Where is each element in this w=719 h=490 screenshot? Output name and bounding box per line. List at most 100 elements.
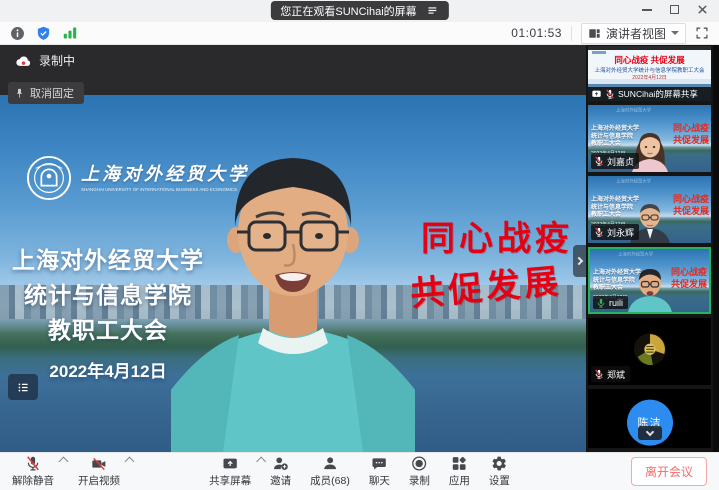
slide-title-line2: 统计与信息学院 (4, 278, 212, 313)
slide-title-line3: 教职工大会 (4, 313, 212, 348)
mini-watermark: 上海对外经贸大学 (616, 107, 651, 113)
view-mode-switcher[interactable]: 演讲者视图 (581, 23, 686, 44)
start-video-label: 开启视频 (78, 473, 120, 488)
members-button[interactable]: 成员(68) (310, 455, 350, 488)
participant-name: SUNCihai的屏幕共享 (618, 88, 698, 100)
chat-button[interactable]: 聊天 (369, 455, 390, 488)
network-signal-icon[interactable] (62, 26, 78, 40)
camera-off-icon (89, 456, 109, 472)
tile-label: 郑斌 (591, 366, 630, 382)
share-options-caret[interactable] (256, 457, 266, 467)
agenda-list-button[interactable] (8, 374, 38, 400)
minimize-button[interactable] (640, 3, 653, 16)
topbar-controls: 01:01:53 演讲者视图 (511, 23, 709, 44)
meeting-content: 录制中 取消固定 上海对外 (0, 45, 719, 452)
leave-meeting-button[interactable]: 离开会议 (631, 457, 707, 486)
unpin-label: 取消固定 (30, 85, 74, 101)
members-label: 成员(68) (310, 473, 350, 488)
main-stage: 录制中 取消固定 上海对外 (0, 45, 586, 452)
mini-slogan: 同心战疫 共促发展 (673, 122, 709, 146)
preview-date: 2022年4月12日 (588, 74, 711, 81)
mic-muted-icon (594, 369, 604, 379)
participant-name: 刘永辉 (607, 226, 634, 239)
toolbar-left-group: 解除静音 开启视频 (12, 455, 120, 488)
meeting-window: 您正在观看SUNCihai的屏幕 (0, 0, 719, 490)
record-icon (411, 455, 428, 472)
preview-title-line: 上海对外经贸大学统计与信息学院教职工大会 (588, 66, 711, 74)
security-shield-icon[interactable] (36, 26, 51, 41)
university-logo: 上海对外经贸大学 SHANGHAI UNIVERSITY OF INTERNAT… (26, 155, 364, 201)
maximize-button[interactable] (668, 3, 681, 16)
participant-name: 郑斌 (607, 368, 625, 381)
mic-muted-icon (594, 156, 604, 166)
share-screen-icon (221, 456, 240, 472)
watching-banner: 您正在观看SUNCihai的屏幕 (270, 1, 448, 20)
topbar-status-icons (10, 26, 78, 41)
participants-sidebar: 同心战疫 共促发展 上海对外经贸大学统计与信息学院教职工大会 2022年4月12… (586, 45, 719, 452)
sidebar-collapse-handle[interactable] (573, 245, 586, 277)
scroll-down-button[interactable] (638, 426, 662, 440)
speaker-video-feed: 上海对外经贸大学 SHANGHAI UNIVERSITY OF INTERNAT… (0, 95, 586, 452)
toolbar-center-group: 共享屏幕 邀请 (209, 455, 510, 488)
video-options-caret[interactable] (125, 457, 135, 467)
unmute-button[interactable]: 解除静音 (12, 455, 54, 488)
mic-on-icon (596, 298, 606, 308)
mini-watermark: 上海对外经贸大学 (618, 251, 653, 257)
topbar-divider (571, 26, 572, 41)
chevron-down-icon (645, 427, 653, 435)
meeting-topbar: 01:01:53 演讲者视图 (0, 22, 719, 45)
window-controls (640, 3, 709, 16)
invite-icon (272, 455, 290, 472)
unpin-button[interactable]: 取消固定 (8, 82, 84, 104)
slide-title-line1: 上海对外经贸大学 (4, 243, 212, 278)
mini-slogan: 同心战疫 共促发展 (673, 193, 709, 217)
view-mode-label: 演讲者视图 (606, 25, 666, 42)
close-button[interactable] (696, 3, 709, 16)
participant-tile-screenshare[interactable]: 同心战疫 共促发展 上海对外经贸大学统计与信息学院教职工大会 2022年4月12… (588, 46, 711, 101)
banner-menu-icon[interactable] (426, 4, 439, 17)
unmute-label: 解除静音 (12, 473, 54, 488)
gear-icon (491, 455, 508, 472)
record-button[interactable]: 录制 (409, 455, 430, 488)
mic-muted-icon (605, 89, 615, 99)
mic-options-caret[interactable] (59, 457, 69, 467)
tile-label: SUNCihai的屏幕共享 (588, 87, 711, 101)
mic-muted-icon (594, 227, 604, 237)
settings-button[interactable]: 设置 (489, 455, 510, 488)
apps-icon (451, 455, 468, 472)
fullscreen-icon[interactable] (695, 26, 709, 40)
tile-label: ruili (593, 296, 628, 309)
chevron-right-icon (574, 257, 582, 265)
participant-figure (622, 266, 678, 312)
share-screen-button[interactable]: 共享屏幕 (209, 455, 251, 488)
mic-muted-icon (24, 455, 42, 472)
start-video-button[interactable]: 开启视频 (78, 455, 120, 488)
screen-share-icon (591, 89, 602, 99)
invite-button[interactable]: 邀请 (270, 455, 291, 488)
meeting-info-icon[interactable] (10, 26, 25, 41)
recording-indicator: 录制中 (15, 52, 75, 69)
list-icon (15, 380, 32, 395)
chevron-down-icon (671, 31, 679, 39)
sidebar-right-edge (713, 45, 719, 452)
recording-label: 录制中 (39, 52, 75, 69)
slide-title: 上海对外经贸大学 统计与信息学院 教职工大会 (4, 243, 212, 348)
participant-name: ruili (609, 298, 623, 308)
share-screen-label: 共享屏幕 (209, 473, 251, 488)
slogan-line2: 共促发展 (408, 253, 564, 315)
participant-tile-avatar[interactable]: 郑斌 (588, 318, 711, 385)
meeting-timer: 01:01:53 (511, 26, 562, 40)
tile-label: 刘永辉 (591, 224, 639, 240)
participant-tile-video[interactable]: 上海对外经贸大学 上海对外经贸大学 统计与信息学院 教职工大会 2022年4月1… (588, 105, 711, 172)
avatar (633, 332, 667, 366)
watching-banner-text: 您正在观看SUNCihai的屏幕 (280, 3, 416, 19)
cloud-recording-icon (15, 54, 32, 68)
university-name-en: SHANGHAI UNIVERSITY OF INTERNATIONAL BUS… (81, 187, 237, 192)
apps-button[interactable]: 应用 (449, 455, 470, 488)
participant-tile-video-active[interactable]: 上海对外经贸大学 上海对外经贸大学 统计与信息学院 教职工大会 2022年4月1… (588, 247, 711, 314)
tile-label: 刘嘉贞 (591, 153, 639, 169)
titlebar: 您正在观看SUNCihai的屏幕 (0, 0, 719, 22)
participant-tile-avatar[interactable]: 陈洁 (588, 389, 711, 448)
participant-tile-video[interactable]: 上海对外经贸大学 上海对外经贸大学 统计与信息学院 教职工大会 2022年4月1… (588, 176, 711, 243)
slogan-line1: 同心战疫 (421, 211, 573, 260)
